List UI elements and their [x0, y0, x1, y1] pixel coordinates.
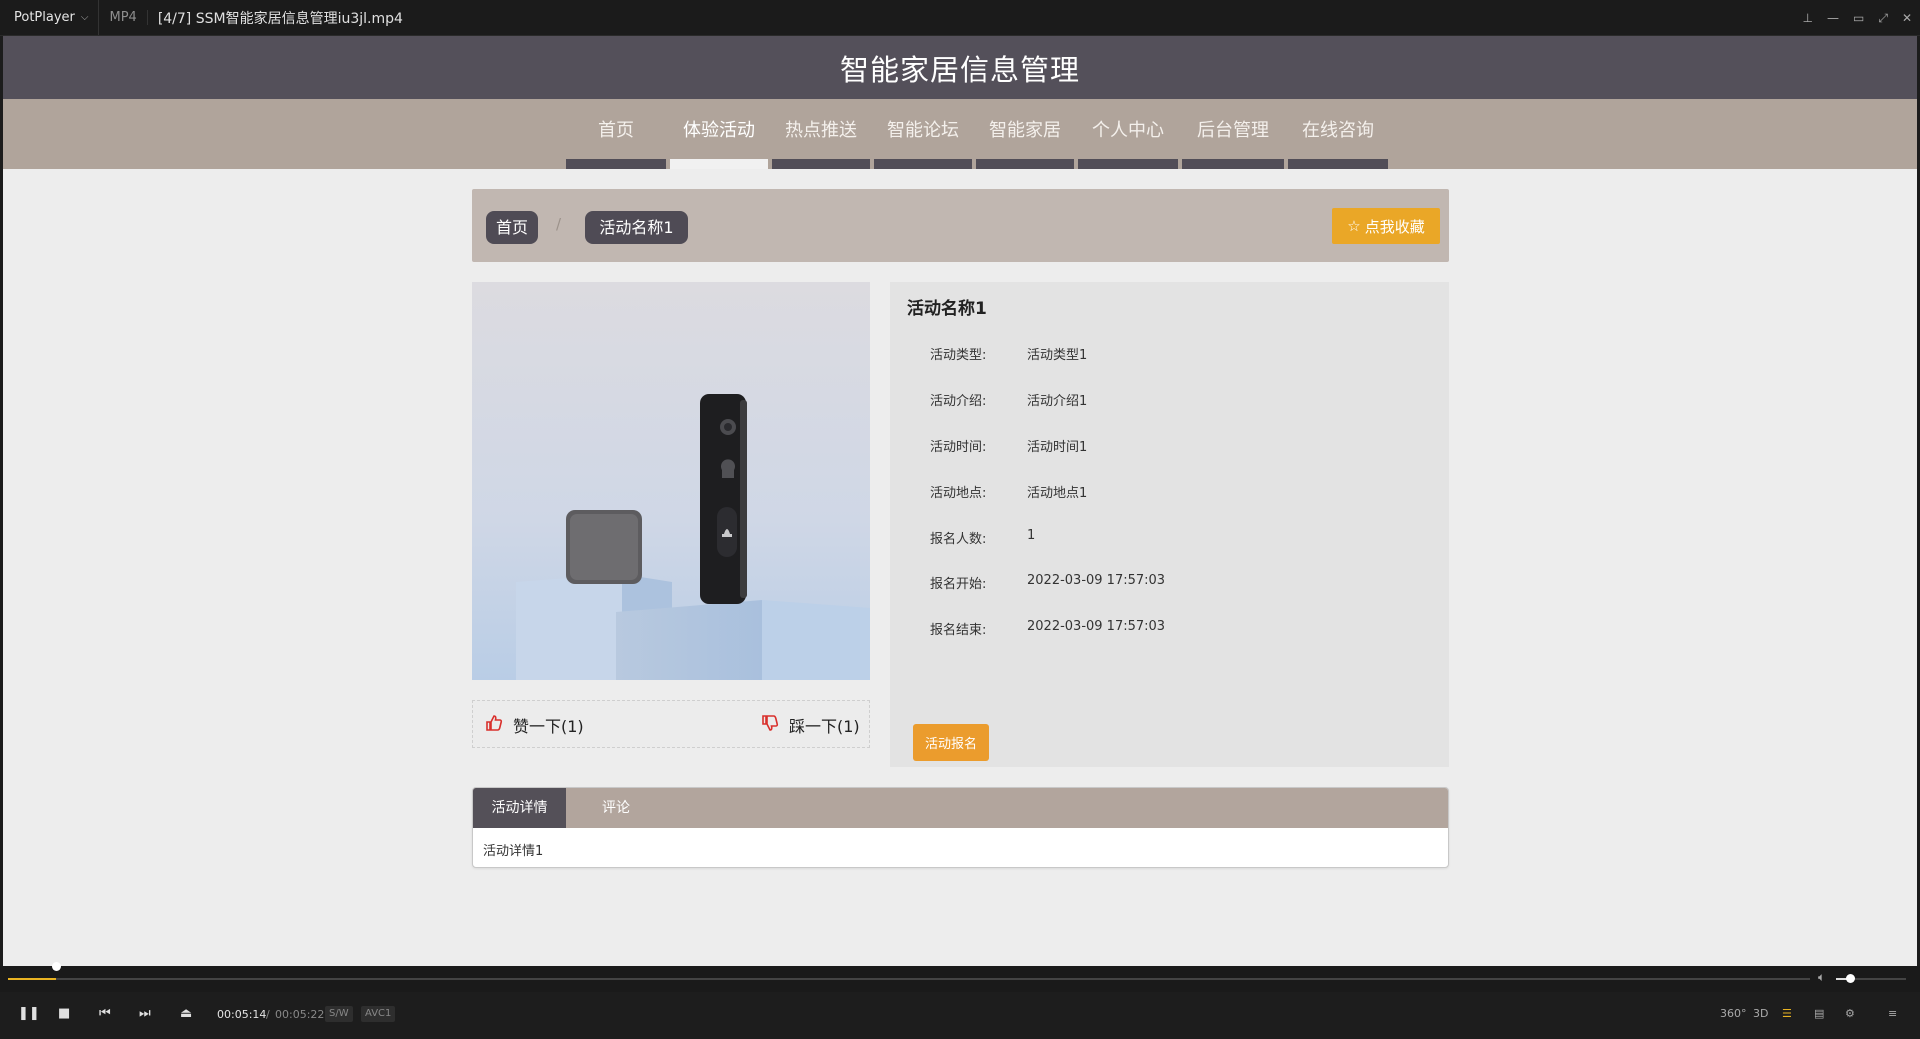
tab[interactable]: 活动详情 [473, 788, 566, 828]
info-row: 活动时间: 活动时间1 [890, 436, 1449, 456]
thumbs-down-icon [761, 714, 779, 736]
nav-underline [566, 159, 666, 169]
info-label: 报名开始: [930, 577, 987, 592]
fullscreen-icon[interactable]: ⤢ [1878, 11, 1888, 26]
nav-underline [1288, 159, 1388, 169]
site-title: 智能家居信息管理 [839, 52, 1080, 87]
breadcrumb-current[interactable]: 活动名称1 [585, 211, 688, 244]
settings-icon[interactable]: ⚙ [1845, 1007, 1855, 1020]
vr-360-button[interactable]: 360° [1720, 1007, 1747, 1020]
nav-item[interactable]: 在线咨询 [1286, 99, 1390, 169]
breadcrumb-home[interactable]: 首页 [486, 211, 538, 244]
nav-item[interactable]: 热点推送 [770, 99, 872, 169]
activity-info-panel: 活动名称1 活动类型: 活动类型1 活动介绍: 活动介绍1 活动时间: 活动时间1 活动地点… [890, 282, 1449, 767]
info-label: 活动类型: [930, 348, 987, 363]
info-value: 2022-03-09 17:57:03 [1027, 619, 1166, 634]
web-page: 智能家居信息管理 首页 体验活动 热点推送 智能论坛 智能家居 个人中心 后台管理 在线咨询 … [3, 36, 1917, 966]
maximize-icon[interactable]: ▭ [1853, 11, 1864, 25]
nav-underline [1078, 159, 1178, 169]
vote-bar: 赞一下(1) 踩一下(1) [472, 700, 870, 748]
info-label: 活动地点: [930, 486, 987, 501]
stop-icon[interactable]: ■ [58, 1006, 70, 1021]
nav-underline [772, 159, 870, 169]
window-title: [4/7] SSM智能家居信息管理iu3jl.mp4 [157, 10, 403, 27]
pin-icon[interactable]: ⊥ [1803, 11, 1813, 25]
seek-bar[interactable]: 🔈︎ [0, 962, 1920, 992]
pause-icon[interactable]: ❚❚ [18, 1006, 40, 1021]
volume-icon[interactable]: 🔈︎ [1818, 970, 1825, 985]
star-icon: ☆ [1347, 217, 1361, 235]
like-label: 赞一下(1) [513, 717, 584, 736]
tab-content: 活动详情1 [483, 844, 544, 859]
player-titlebar: PotPlayer ⌵ MP4 [4/7] SSM智能家居信息管理iu3jl.m… [0, 0, 1920, 36]
nav-item[interactable]: 首页 [564, 99, 668, 169]
potplayer-window: PotPlayer ⌵ MP4 [4/7] SSM智能家居信息管理iu3jl.m… [0, 0, 1920, 1039]
time-total: 00:05:22 [275, 1008, 325, 1021]
like-button[interactable]: 赞一下(1) [485, 713, 584, 737]
codec-badge[interactable]: AVC1 [361, 1006, 396, 1022]
chevron-down-icon: ⌵ [80, 12, 89, 23]
minimize-icon[interactable]: — [1827, 11, 1839, 25]
site-header: 智能家居信息管理 [3, 36, 1917, 99]
app-menu-button[interactable]: PotPlayer ⌵ [0, 0, 100, 35]
next-icon[interactable]: ⏭︎ [139, 1006, 151, 1021]
chapter-icon[interactable]: ▤ [1814, 1007, 1824, 1020]
info-value: 活动地点1 [1027, 486, 1088, 501]
info-row: 活动地点: 活动地点1 [890, 482, 1449, 502]
nav-item[interactable]: 后台管理 [1180, 99, 1286, 169]
info-label: 报名人数: [930, 532, 987, 547]
close-icon[interactable]: ✕ [1902, 11, 1912, 25]
tab[interactable]: 评论 [566, 788, 666, 828]
eject-icon[interactable]: ⏏︎ [180, 1006, 192, 1021]
breadcrumb: 首页 / 活动名称1 ☆ 点我收藏 [472, 189, 1449, 262]
nav-underline [1182, 159, 1284, 169]
time-current: 00:05:14 [217, 1008, 267, 1021]
signup-button[interactable]: 活动报名 [913, 724, 989, 761]
menu-icon[interactable]: ≡ [1888, 1007, 1897, 1020]
format-label: MP4 [99, 10, 148, 25]
dislike-label: 踩一下(1) [789, 717, 860, 736]
info-row: 报名结束: 2022-03-09 17:57:03 [890, 619, 1449, 639]
volume-slider[interactable] [1836, 974, 1906, 983]
3d-button[interactable]: 3D [1753, 1007, 1768, 1020]
activity-title: 活动名称1 [907, 299, 987, 319]
activity-image [472, 282, 870, 680]
time-separator: / [266, 1008, 270, 1021]
nav-item[interactable]: 智能家居 [974, 99, 1076, 169]
favorite-button-label: 点我收藏 [1364, 217, 1425, 236]
info-label: 报名结束: [930, 623, 987, 638]
nav-underline [670, 159, 768, 169]
info-value: 1 [1027, 528, 1036, 543]
detail-tabs: 活动详情 评论 活动详情1 [472, 787, 1449, 868]
breadcrumb-separator: / [556, 215, 562, 233]
app-name: PotPlayer [14, 10, 75, 25]
info-value: 活动时间1 [1027, 440, 1088, 455]
info-row: 报名人数: 1 [890, 528, 1449, 548]
playlist-search-icon[interactable]: ☰ [1782, 1007, 1792, 1020]
info-value: 活动介绍1 [1027, 394, 1088, 409]
player-controls: ❚❚ ■ ⏮︎ ⏭︎ ⏏︎ 00:05:14 / 00:05:22 S/W AV… [0, 992, 1920, 1039]
thumbs-up-icon [485, 714, 503, 736]
main-nav: 首页 体验活动 热点推送 智能论坛 智能家居 个人中心 后台管理 在线咨询 [3, 99, 1917, 169]
info-value: 2022-03-09 17:57:03 [1027, 573, 1166, 588]
nav-item[interactable]: 个人中心 [1076, 99, 1180, 169]
info-label: 活动时间: [930, 440, 987, 455]
seek-handle[interactable] [52, 962, 62, 971]
nav-item[interactable]: 体验活动 [668, 99, 770, 169]
nav-item[interactable]: 智能论坛 [872, 99, 974, 169]
info-row: 活动类型: 活动类型1 [890, 344, 1449, 364]
seek-progress [8, 978, 57, 980]
volume-handle[interactable] [1846, 974, 1855, 983]
info-row: 活动介绍: 活动介绍1 [890, 390, 1449, 410]
previous-icon[interactable]: ⏮︎ [99, 1006, 111, 1021]
info-value: 活动类型1 [1027, 348, 1088, 363]
nav-underline [874, 159, 972, 169]
info-row: 报名开始: 2022-03-09 17:57:03 [890, 573, 1449, 593]
info-label: 活动介绍: [930, 394, 987, 409]
nav-underline [976, 159, 1074, 169]
sw-badge[interactable]: S/W [325, 1006, 353, 1022]
favorite-button[interactable]: ☆ 点我收藏 [1332, 208, 1440, 244]
dislike-button[interactable]: 踩一下(1) [761, 713, 860, 737]
